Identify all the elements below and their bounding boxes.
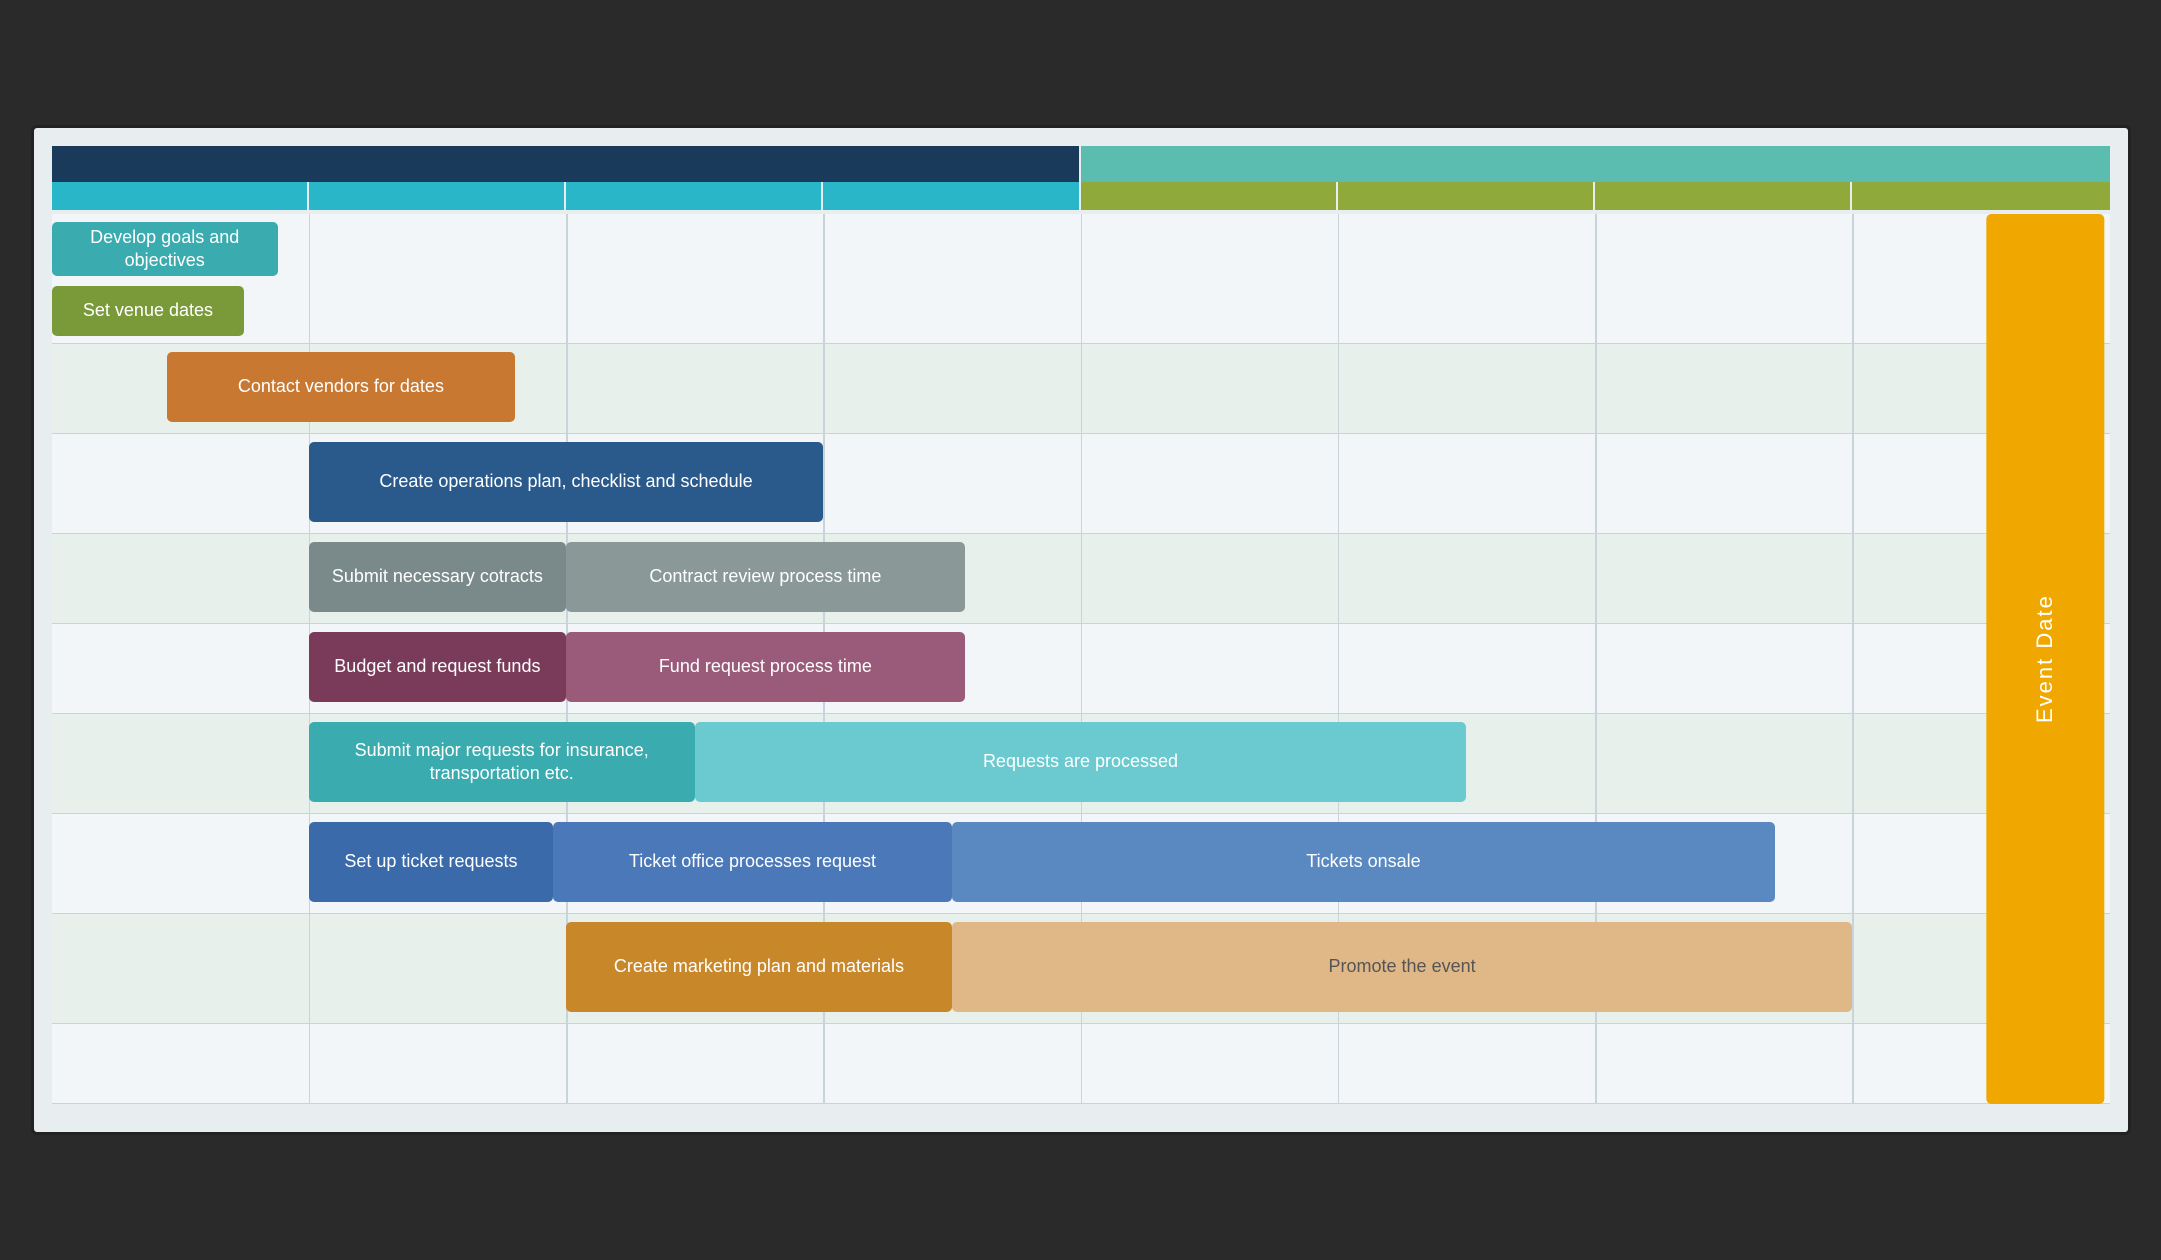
week-3-header xyxy=(566,182,823,210)
task-bar: Ticket office processes request xyxy=(553,822,952,902)
task-bar: Requests are processed xyxy=(695,722,1467,802)
task-bar: Submit necessary cotracts xyxy=(309,542,566,612)
task-bar: Develop goals and objectives xyxy=(52,222,278,276)
month-header-row xyxy=(52,146,2110,182)
month-first xyxy=(52,146,1081,182)
month-second xyxy=(1081,146,2110,182)
task-bar: Contact vendors for dates xyxy=(167,352,514,422)
gantt-bg-row xyxy=(52,1024,2110,1104)
task-bar: Fund request process time xyxy=(566,632,965,702)
week-5-header xyxy=(1081,182,1338,210)
week-7-header xyxy=(1595,182,1852,210)
task-bar: Submit major requests for insurance, tra… xyxy=(309,722,695,802)
task-bar: Create operations plan, checklist and sc… xyxy=(309,442,824,522)
chart-wrapper: Develop goals and objectives Set venue da… xyxy=(31,125,2131,1135)
week-header-row xyxy=(52,182,2110,210)
task-bar: Contract review process time xyxy=(566,542,965,612)
gantt-bg-row xyxy=(52,214,2110,344)
gantt-container: Develop goals and objectives Set venue da… xyxy=(52,146,2110,1114)
task-bar: Tickets onsale xyxy=(952,822,1775,902)
grid-line xyxy=(1852,214,1854,1104)
week-1-header xyxy=(52,182,309,210)
task-bar: Set venue dates xyxy=(52,286,245,336)
event-date-bar: Event Date xyxy=(1986,214,2104,1104)
gantt-body: Develop goals and objectives Set venue da… xyxy=(52,214,2110,1114)
task-bar: Promote the event xyxy=(952,922,1852,1012)
task-bar: Create marketing plan and materials xyxy=(566,922,952,1012)
task-bar: Budget and request funds xyxy=(309,632,566,702)
week-8-header xyxy=(1852,182,2109,210)
week-2-header xyxy=(309,182,566,210)
week-6-header xyxy=(1338,182,1595,210)
task-bar: Set up ticket requests xyxy=(309,822,553,902)
week-4-header xyxy=(823,182,1080,210)
